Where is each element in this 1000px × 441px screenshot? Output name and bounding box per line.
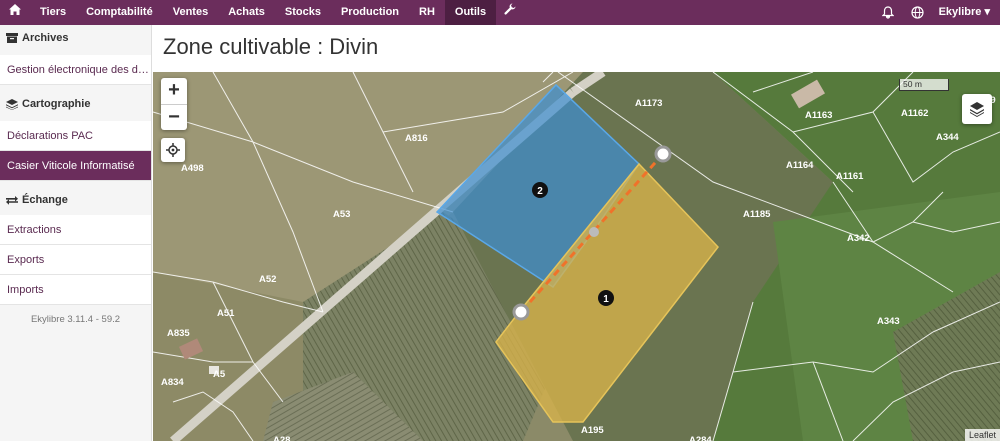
parcel-label: A195 <box>581 425 604 436</box>
app-version: Ekylibre 3.11.4 - 59.2 <box>30 314 121 325</box>
split-handle-start[interactable] <box>654 145 672 163</box>
parcel-label: A5 <box>213 369 226 380</box>
map-canvas[interactable]: 2 1 A1173 A816 A498 A53 A52 A51 A835 A83… <box>153 72 1000 441</box>
sidebar-item-extractions[interactable]: Extractions <box>0 215 151 245</box>
zoom-control: + − <box>161 78 187 130</box>
exchange-icon <box>6 196 18 205</box>
menu-outils[interactable]: Outils <box>444 0 497 25</box>
menu-achats[interactable]: Achats <box>218 0 275 25</box>
sidebar-item-imports[interactable]: Imports <box>0 275 151 305</box>
menu-comptabilite[interactable]: Comptabilité <box>76 0 163 25</box>
map-scale: 50 m <box>899 79 949 91</box>
user-name: Ekylibre <box>938 6 982 18</box>
zoom-out-button[interactable]: − <box>161 104 187 130</box>
parcel-label: A1163 <box>805 110 832 121</box>
menu-production[interactable]: Production <box>331 0 409 25</box>
parcel-label: A342 <box>847 233 870 244</box>
menu-tiers[interactable]: Tiers <box>30 0 76 25</box>
section-echange: Échange <box>0 187 151 213</box>
settings-button[interactable] <box>496 0 524 25</box>
section-title: Archives <box>22 32 69 44</box>
sidebar: Archives Gestion électronique des docume… <box>0 25 152 441</box>
parcel-label: A28 <box>273 435 290 441</box>
wrench-icon <box>504 3 516 15</box>
menu-rh[interactable]: RH <box>409 0 445 25</box>
sidebar-item-casier-viticole[interactable]: Casier Viticole Informatisé <box>0 151 151 181</box>
top-navbar: Tiers Comptabilité Ventes Achats Stocks … <box>0 0 1000 25</box>
page-title: Zone cultivable : Divin <box>163 34 379 59</box>
layers-icon <box>970 102 984 117</box>
parcel-label: A343 <box>877 316 900 327</box>
globe-icon <box>911 6 924 19</box>
bell-icon <box>881 6 894 19</box>
section-title: Cartographie <box>22 98 91 110</box>
parcel-label: A835 <box>167 328 190 339</box>
parcel-label: A1164 <box>786 160 814 171</box>
parcel-label: A284 <box>689 435 712 441</box>
zone-number-2: 2 <box>537 186 543 197</box>
menu-ventes[interactable]: Ventes <box>163 0 218 25</box>
sidebar-item-declarations-pac[interactable]: Déclarations PAC <box>0 121 151 151</box>
language-button[interactable] <box>903 0 933 25</box>
user-menu[interactable]: Ekylibre ▾ <box>933 0 1000 25</box>
section-archives: Archives <box>0 25 151 51</box>
parcel-label: A1173 <box>635 98 662 109</box>
section-cartographie: Cartographie <box>0 91 151 117</box>
parcel-label: A1161 <box>836 171 864 182</box>
parcel-label: A344 <box>936 132 959 143</box>
map-view[interactable]: 2 1 A1173 A816 A498 A53 A52 A51 A835 A83… <box>153 72 1000 441</box>
sidebar-item-exports[interactable]: Exports <box>0 245 151 275</box>
home-button[interactable] <box>0 0 30 25</box>
zoom-in-button[interactable]: + <box>161 78 187 104</box>
caret-down-icon: ▾ <box>984 6 990 18</box>
locate-button[interactable] <box>161 138 185 162</box>
map-attribution[interactable]: Leaflet <box>964 429 1000 441</box>
notifications-button[interactable] <box>873 0 903 25</box>
parcel-label: A1185 <box>743 209 771 220</box>
crosshair-icon <box>166 143 180 157</box>
layers-icon <box>6 98 18 110</box>
parcel-label: A816 <box>405 133 428 144</box>
archive-icon <box>6 33 18 43</box>
split-handle-end[interactable] <box>512 303 530 321</box>
zone-number-1: 1 <box>603 294 609 305</box>
section-title: Échange <box>22 194 68 206</box>
parcel-label: A53 <box>333 209 350 220</box>
home-icon <box>9 4 21 15</box>
layers-button[interactable] <box>962 94 992 124</box>
parcel-label: A834 <box>161 377 184 388</box>
parcel-label: A498 <box>181 163 204 174</box>
menu-stocks[interactable]: Stocks <box>275 0 331 25</box>
parcel-label: A52 <box>259 274 276 285</box>
parcel-label: A1162 <box>901 108 928 119</box>
sidebar-item-documents[interactable]: Gestion électronique des documents <box>0 55 151 85</box>
split-midpoint[interactable] <box>589 227 599 237</box>
parcel-label: A51 <box>217 308 235 319</box>
